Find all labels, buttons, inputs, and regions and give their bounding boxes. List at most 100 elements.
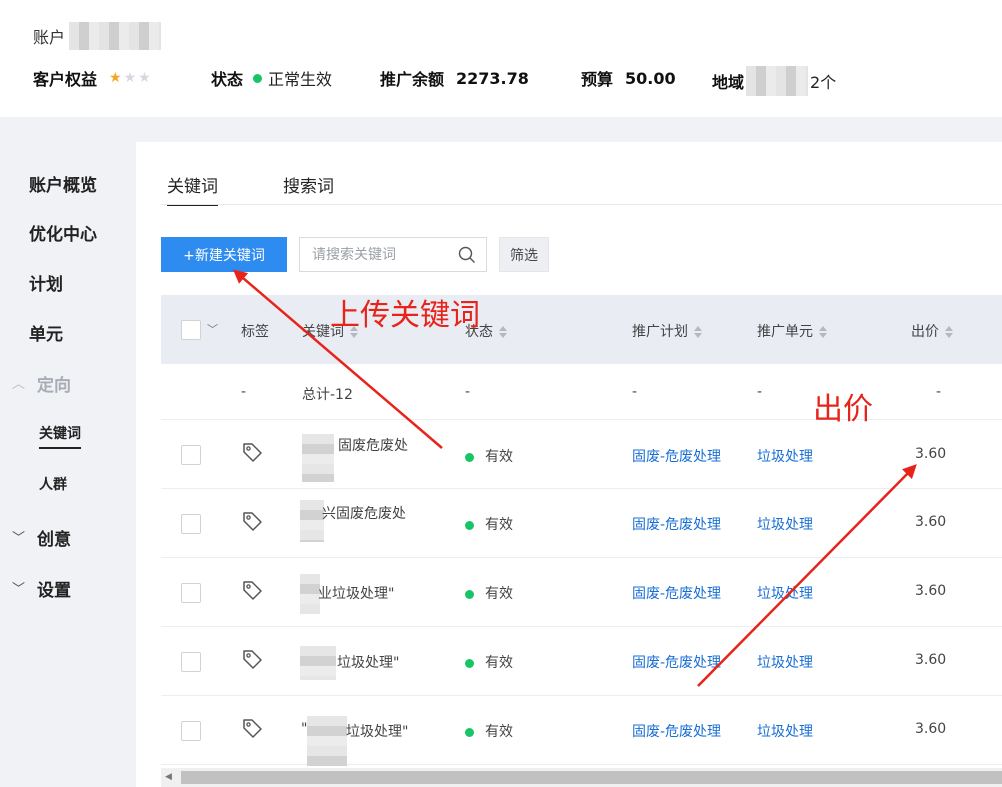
star-empty-icon: ★ bbox=[138, 70, 153, 86]
plan-link[interactable]: 固废-危废处理 bbox=[632, 652, 721, 672]
bid-value[interactable]: 3.60 bbox=[915, 652, 946, 668]
table-row bbox=[161, 627, 1002, 696]
tag-icon[interactable] bbox=[241, 717, 263, 739]
scroll-left-icon[interactable]: ◀ bbox=[165, 772, 172, 782]
unit-link[interactable]: 垃圾处理 bbox=[757, 583, 813, 603]
status-cell: 有效 bbox=[465, 652, 513, 672]
table-header bbox=[161, 295, 1002, 364]
table-row bbox=[161, 558, 1002, 627]
account-status: 状态 正常生效 bbox=[211, 66, 332, 90]
status-dot-icon bbox=[465, 727, 474, 737]
unit-link[interactable]: 垃圾处理 bbox=[757, 446, 813, 466]
table-row bbox=[161, 420, 1002, 489]
keyword-text: 垃圾处理" bbox=[337, 655, 400, 671]
region-redacted bbox=[746, 66, 809, 96]
sort-icon[interactable] bbox=[819, 326, 827, 338]
keyword-redacted bbox=[300, 646, 336, 680]
keyword-text: 兴固废危废处 bbox=[322, 506, 406, 522]
plan-link[interactable]: 固废-危废处理 bbox=[632, 721, 721, 741]
tag-icon[interactable] bbox=[241, 579, 263, 601]
status-dot-icon bbox=[465, 658, 474, 668]
total-unit: - bbox=[757, 384, 763, 400]
sidebar-item-unit[interactable]: 单元 bbox=[29, 320, 63, 345]
bid-value[interactable]: 3.60 bbox=[915, 514, 946, 530]
star-filled-icon: ★ bbox=[109, 70, 124, 86]
balance-value: 2273.78 bbox=[456, 68, 529, 88]
sort-icon[interactable] bbox=[945, 326, 953, 338]
keyword-redacted bbox=[302, 434, 334, 482]
keyword-text: 业垃圾处理" bbox=[318, 586, 395, 602]
sidebar-item-targeting[interactable]: 定向 bbox=[37, 371, 71, 396]
total-plan: - bbox=[632, 384, 638, 400]
tag-icon[interactable] bbox=[241, 510, 263, 532]
region: 地域 2个 bbox=[712, 66, 836, 96]
sidebar-item-keywords[interactable]: 关键词 bbox=[39, 423, 81, 449]
status-dot-icon bbox=[465, 589, 474, 599]
column-header-unit[interactable]: 推广单元 bbox=[757, 321, 827, 341]
sidebar-item-overview[interactable]: 账户概览 bbox=[29, 171, 97, 196]
tab-search-terms[interactable]: 搜索词 bbox=[283, 172, 334, 197]
bid-value[interactable]: 3.60 bbox=[915, 583, 946, 599]
horizontal-scrollbar[interactable]: ◀ bbox=[161, 768, 1002, 787]
unit-link[interactable]: 垃圾处理 bbox=[757, 721, 813, 741]
row-checkbox[interactable] bbox=[181, 652, 201, 672]
tag-icon[interactable] bbox=[241, 441, 263, 463]
status-label: 状态 bbox=[211, 70, 244, 89]
account-label: 账户 bbox=[33, 28, 66, 47]
sidebar-item-settings[interactable]: 设置 bbox=[37, 576, 71, 601]
table-row bbox=[161, 696, 1002, 765]
row-checkbox[interactable] bbox=[181, 514, 201, 534]
header-gap bbox=[0, 117, 1002, 142]
balance-label: 推广余额 bbox=[380, 70, 445, 89]
keyword-text: 固废危废处 bbox=[338, 438, 408, 454]
column-header-bid[interactable]: 出价 bbox=[911, 321, 953, 341]
tag-icon[interactable] bbox=[241, 648, 263, 670]
annotation-upload-keywords: 上传关键词 bbox=[330, 298, 480, 333]
bid-value[interactable]: 3.60 bbox=[915, 721, 946, 737]
sort-icon[interactable] bbox=[499, 326, 507, 338]
total-status: - bbox=[465, 384, 471, 400]
select-all-checkbox[interactable] bbox=[181, 320, 201, 340]
chevron-down-icon[interactable]: ﹀ bbox=[207, 321, 218, 337]
budget: 预算 50.00 bbox=[581, 66, 676, 90]
plan-link[interactable]: 固废-危废处理 bbox=[632, 583, 721, 603]
bid-value[interactable]: 3.60 bbox=[915, 446, 946, 462]
keyword-text: 垃圾处理" bbox=[346, 724, 409, 740]
sidebar-item-creative[interactable]: 创意 bbox=[37, 525, 71, 550]
total-keyword: 总计-12 bbox=[302, 387, 353, 403]
chevron-down-icon: ﹀ bbox=[12, 582, 26, 597]
total-bid: - bbox=[936, 384, 942, 400]
status-dot-icon bbox=[253, 73, 263, 83]
filter-button[interactable]: 筛选 bbox=[499, 237, 549, 272]
row-checkbox[interactable] bbox=[181, 445, 201, 465]
row-checkbox[interactable] bbox=[181, 583, 201, 603]
sort-icon[interactable] bbox=[694, 326, 702, 338]
tab-keywords[interactable]: 关键词 bbox=[167, 172, 218, 206]
plan-link[interactable]: 固废-危废处理 bbox=[632, 446, 721, 466]
rights-label: 客户权益 bbox=[33, 70, 98, 89]
customer-rights: 客户权益 ★★★ bbox=[33, 66, 153, 90]
unit-link[interactable]: 垃圾处理 bbox=[757, 514, 813, 534]
column-header-tag: 标签 bbox=[241, 324, 269, 340]
account-name-redacted bbox=[69, 21, 162, 50]
plan-link[interactable]: 固废-危废处理 bbox=[632, 514, 721, 534]
sidebar-item-optimization[interactable]: 优化中心 bbox=[29, 220, 97, 245]
star-empty-icon: ★ bbox=[123, 70, 139, 86]
column-header-plan[interactable]: 推广计划 bbox=[632, 321, 702, 341]
budget-value: 50.00 bbox=[625, 68, 676, 88]
sidebar-item-plan[interactable]: 计划 bbox=[29, 270, 63, 295]
status-value: 正常生效 bbox=[268, 70, 333, 89]
chevron-down-icon: ﹀ bbox=[12, 531, 26, 546]
search-input[interactable] bbox=[312, 245, 452, 265]
chevron-up-icon: ︿ bbox=[12, 377, 26, 392]
new-keyword-button[interactable]: +新建关键词 bbox=[161, 237, 287, 272]
tab-divider bbox=[161, 204, 1002, 205]
unit-link[interactable]: 垃圾处理 bbox=[757, 652, 813, 672]
search-icon[interactable] bbox=[458, 246, 476, 264]
sidebar-item-audience[interactable]: 人群 bbox=[39, 474, 67, 494]
account-header: 账户 客户权益 ★★★ 状态 正常生效 推广余额 2273.78 预算 50.0… bbox=[0, 0, 1002, 117]
region-suffix: 2个 bbox=[810, 73, 837, 92]
budget-label: 预算 bbox=[581, 70, 614, 89]
row-checkbox[interactable] bbox=[181, 721, 201, 741]
scrollbar-thumb[interactable] bbox=[181, 771, 1002, 784]
